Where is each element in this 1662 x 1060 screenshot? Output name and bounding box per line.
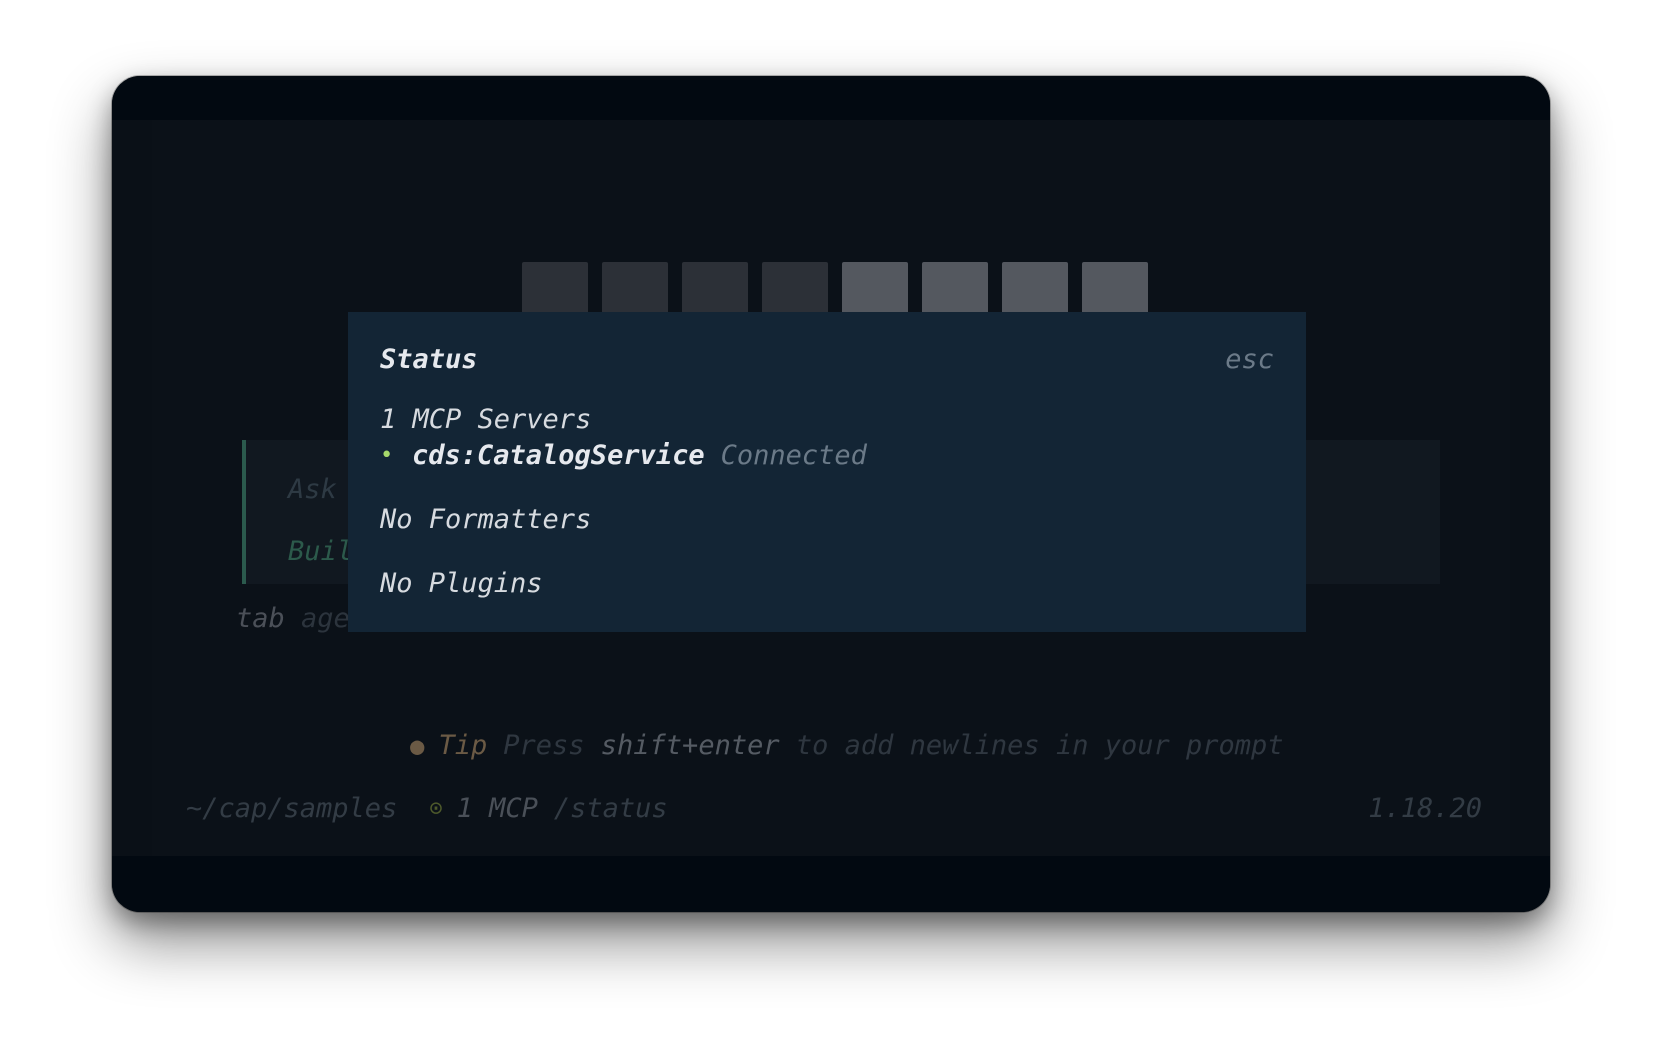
tab-hint-label: age — [301, 603, 350, 634]
logo-glyph — [842, 262, 908, 314]
logo-glyph — [922, 262, 988, 314]
tab-key: tab — [236, 603, 285, 634]
server-state: Connected — [720, 440, 867, 471]
logo-glyph — [1082, 262, 1148, 314]
logo-glyph — [1002, 262, 1068, 314]
mcp-status-icon: ⊙ — [429, 796, 443, 821]
mcp-servers-heading: 1 MCP Servers — [380, 404, 592, 435]
opencode-logo — [522, 262, 1148, 314]
app-version: 1.18.20 — [1368, 793, 1482, 824]
tab-agent-hint: tab age — [236, 603, 350, 634]
logo-glyph — [522, 262, 588, 314]
prompt-placeholder: Ask — [288, 474, 337, 505]
server-name: cds:CatalogService — [412, 440, 705, 471]
mcp-count: 1 MCP — [456, 793, 538, 824]
status-command: /status — [553, 793, 668, 824]
dialog-title: Status — [380, 344, 478, 375]
tip-bullet-icon: ● — [410, 731, 425, 760]
connected-dot-icon: • — [380, 443, 394, 468]
tip-label: Tip — [438, 730, 488, 761]
plugins-section: No Plugins — [380, 568, 543, 599]
window-top-bar — [112, 76, 1550, 120]
working-directory: ~/cap/samples — [186, 793, 398, 824]
logo-glyph — [602, 262, 668, 314]
tip-text-before: Press — [503, 730, 585, 761]
window-bottom-bar — [112, 856, 1550, 912]
agent-mode-label: Buil — [288, 536, 354, 567]
tip-key: shift+enter — [600, 730, 780, 761]
close-esc-hint[interactable]: esc — [1225, 344, 1274, 375]
logo-glyph — [762, 262, 828, 314]
tip-line: ● Tip Press shift+enter to add newlines … — [410, 730, 1284, 761]
status-dialog: Status esc 1 MCP Servers • cds:CatalogSe… — [348, 312, 1306, 632]
tip-text-after: to add newlines in your prompt — [795, 730, 1284, 761]
status-line: ~/cap/samples ⊙ 1 MCP /status — [186, 793, 668, 824]
mcp-server-item: • cds:CatalogService Connected — [380, 440, 867, 471]
logo-glyph — [682, 262, 748, 314]
formatters-section: No Formatters — [380, 504, 592, 535]
